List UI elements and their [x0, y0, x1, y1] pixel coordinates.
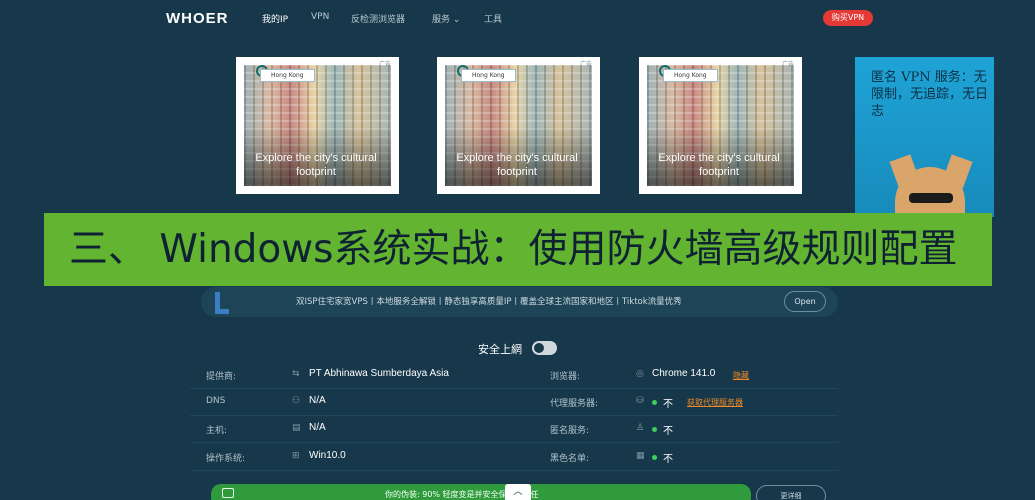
row-divider	[190, 470, 838, 471]
get-proxy-link[interactable]: 获取代理服务器	[687, 397, 743, 408]
status-dot-icon	[652, 400, 657, 405]
anonymizer-icon: ♙	[636, 423, 645, 433]
scroll-up-button[interactable]: ︿	[505, 484, 531, 500]
status-dot-icon	[652, 427, 657, 432]
nav-item-tools[interactable]: 工具	[484, 12, 502, 25]
nav-item-vpn[interactable]: VPN	[311, 12, 329, 22]
ad-caption: Explore the city's cultural footprint	[456, 152, 578, 178]
row-divider	[190, 442, 838, 443]
proxy-icon: ⛁	[636, 396, 644, 406]
ad-caption: Explore the city's cultural footprint	[658, 152, 780, 178]
open-button[interactable]: Open	[784, 291, 826, 312]
blacklist-icon: ▦	[636, 451, 645, 461]
nav-item-my-ip[interactable]: 我的IP	[262, 12, 288, 25]
ad-location-tag: Hong Kong	[461, 69, 516, 82]
blacklist-value: 不	[663, 454, 673, 465]
browser-value: Chrome 141.0	[652, 368, 716, 379]
toggle-knob	[534, 343, 544, 353]
sunglasses-icon	[909, 193, 953, 203]
windows-icon: ⊞	[292, 451, 300, 461]
blacklist-label: 黑色名单:	[550, 454, 590, 464]
ad-label: 广告	[781, 61, 794, 68]
whoer-logo[interactable]: WHOER	[166, 10, 229, 27]
ad-location-tag: Hong Kong	[663, 69, 718, 82]
top-navigation: WHOER 我的IP VPN 反检测浏览器 服务 ⌄ 工具 购买VPN	[0, 0, 1035, 36]
disguise-status-bar: 你的伪装: 90% 轻度变是并安全保护安全任	[211, 484, 751, 500]
promo-text: 双ISP住宅家宽VPS丨本地服务全解锁丨静态独享高质量IP丨覆盖全球主流国家和地…	[296, 297, 682, 307]
proxy-value: 不	[663, 399, 673, 410]
os-label: 操作系统:	[206, 454, 246, 464]
ad-label: 广告	[378, 61, 391, 68]
secure-browsing-label: 安全上網	[478, 343, 522, 356]
os-value: Win10.0	[309, 450, 346, 461]
status-dot-icon	[652, 455, 657, 460]
network-icon: ⇆	[292, 369, 300, 379]
side-vpn-ad[interactable]: 匿名 VPN 服务：无限制，无追踪，无日志	[855, 57, 994, 217]
secure-browsing-toggle[interactable]	[532, 341, 557, 355]
anonymizer-label: 匿名服务:	[550, 426, 590, 436]
provider-label: 提供商:	[206, 372, 237, 382]
ad-caption: Explore the city's cultural footprint	[255, 152, 377, 178]
ad-location-tag: Hong Kong	[260, 69, 315, 82]
side-ad-title: 匿名 VPN 服务：无限制，无追踪，无日志	[871, 70, 989, 119]
row-divider	[190, 415, 838, 416]
browser-icon: ◎	[636, 369, 644, 379]
more-details-button[interactable]: 更详细	[756, 485, 826, 500]
nav-item-services[interactable]: 服务 ⌄	[432, 12, 460, 25]
ad-card-2[interactable]: Hong Kong 广告 Explore the city's cultural…	[437, 57, 600, 194]
provider-logo-icon	[215, 292, 229, 314]
anonymizer-value: 不	[663, 426, 673, 437]
ad-label: 广告	[579, 61, 592, 68]
nav-item-antidetect-browser[interactable]: 反检测浏览器	[351, 12, 405, 25]
ad-card-3[interactable]: Hong Kong 广告 Explore the city's cultural…	[639, 57, 802, 194]
host-label: 主机:	[206, 426, 228, 436]
proxy-label: 代理服务器:	[550, 399, 599, 409]
buy-vpn-button[interactable]: 购买VPN	[823, 10, 873, 26]
hide-link[interactable]: 隐藏	[733, 370, 749, 381]
ad-card-1[interactable]: Hong Kong 广告 Explore the city's cultural…	[236, 57, 399, 194]
host-icon: ▤	[292, 423, 301, 433]
provider-value: PT Abhinawa Sumberdaya Asia	[309, 368, 449, 379]
row-divider	[190, 388, 838, 389]
host-value: N/A	[309, 422, 326, 433]
dns-label: DNS	[206, 396, 226, 406]
dns-value: N/A	[309, 395, 326, 406]
promo-bar[interactable]: 双ISP住宅家宽VPS丨本地服务全解锁丨静态独享高质量IP丨覆盖全球主流国家和地…	[201, 287, 838, 317]
dns-icon: ⚇	[292, 396, 301, 406]
overlay-title-banner: 三、 Windows系统实战：使用防火墙高级规则配置	[44, 213, 992, 286]
browser-label: 浏览器:	[550, 372, 581, 382]
mask-icon	[222, 488, 234, 498]
